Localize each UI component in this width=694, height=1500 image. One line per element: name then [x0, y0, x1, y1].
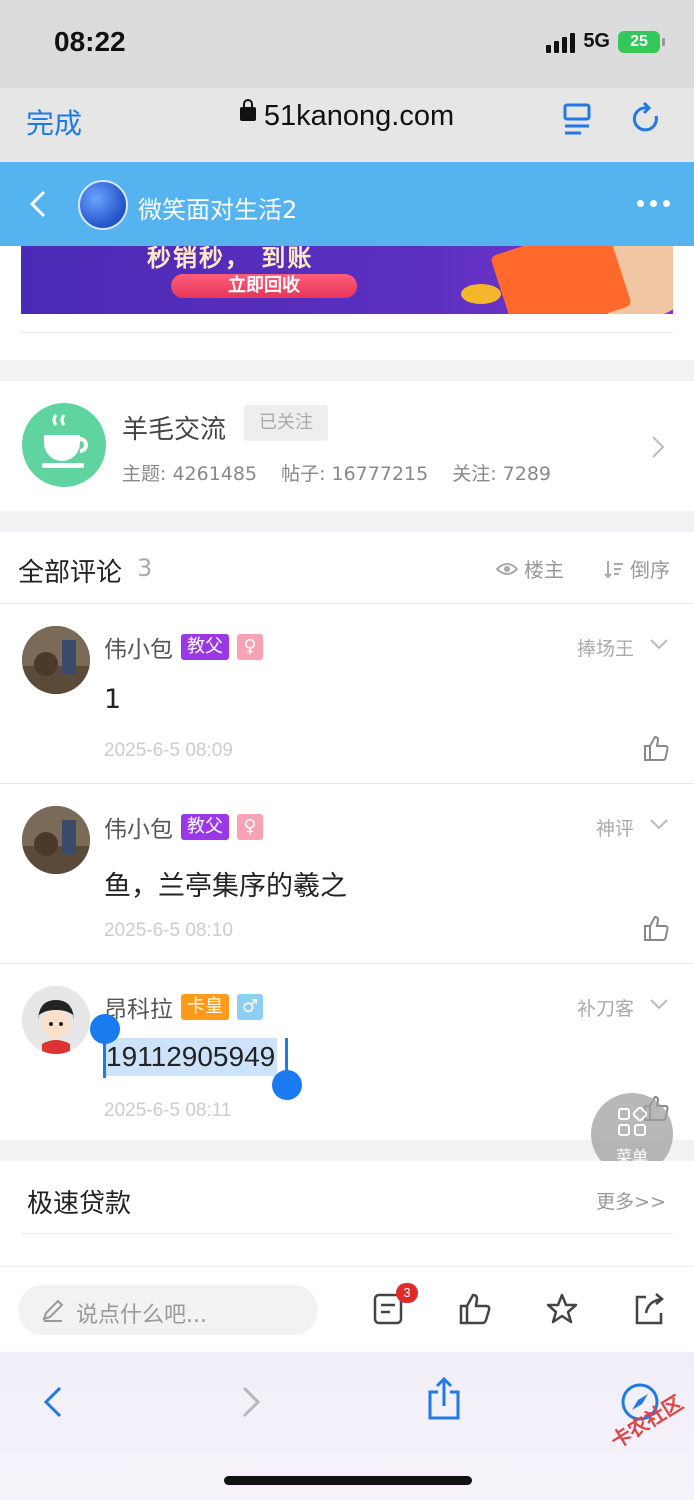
coffee-cup-icon: [22, 403, 106, 487]
sort-icon: [604, 560, 623, 578]
forward-arrow-icon[interactable]: [232, 1382, 268, 1422]
comments-header: 全部评论 3 楼主 倒序: [0, 532, 694, 604]
card-graphic: [490, 246, 632, 314]
section-title: 极速贷款: [27, 1189, 132, 1219]
thread-title: 微笑面对生活2: [138, 196, 298, 224]
chevron-down-icon[interactable]: [650, 638, 668, 650]
thread-header: 微笑面对生活2: [0, 162, 694, 246]
stat-followers: 关注: 7289: [452, 463, 552, 485]
filter-op-label: 楼主: [524, 558, 564, 582]
reply-toolbar: 说点什么吧... 3: [0, 1266, 694, 1352]
comment-text-selected[interactable]: 19112905949: [104, 1038, 278, 1076]
thumbs-up-icon[interactable]: [458, 1291, 492, 1327]
star-icon[interactable]: [545, 1291, 579, 1327]
comment-item: 伟小包 教父 ♀ 神评 鱼，兰亭集序的羲之 2025-6-5 08:10: [0, 784, 694, 964]
chevron-down-icon[interactable]: [650, 818, 668, 830]
avatar[interactable]: [22, 806, 90, 874]
more-link[interactable]: 更多>>: [596, 1187, 666, 1214]
reply-placeholder: 说点什么吧...: [76, 1303, 207, 1328]
chevron-right-icon: [652, 436, 665, 458]
ad-banner[interactable]: 秒销秒， 到账 立即回收: [21, 246, 673, 314]
comment-item: 伟小包 教父 ♀ 捧场王 1 2025-6-5 08:09: [0, 604, 694, 784]
banner-button[interactable]: 立即回收: [171, 274, 357, 298]
comment-time: 2025-6-5 08:11: [104, 1100, 232, 1121]
follow-status-badge[interactable]: 已关注: [244, 405, 328, 441]
more-icon[interactable]: [637, 200, 670, 207]
status-indicators: 5G 25: [546, 30, 665, 53]
pencil-icon: [42, 1299, 64, 1322]
user-title: 补刀客: [576, 998, 634, 1020]
status-time: 08:22: [54, 26, 126, 57]
forum-name: 羊毛交流: [122, 415, 227, 445]
rank-badge: 教父: [181, 634, 229, 660]
selection-start-handle[interactable]: [90, 1014, 120, 1044]
divider: [21, 1233, 673, 1234]
reply-input[interactable]: 说点什么吧...: [18, 1285, 318, 1335]
divider: [21, 332, 673, 333]
forum-stats: 主题: 4261485 帖子: 16777215 关注: 7289: [122, 459, 551, 486]
network-type: 5G: [583, 30, 610, 52]
comment-author[interactable]: 伟小包 教父 ♀: [104, 630, 263, 664]
grid-icon: [618, 1107, 647, 1136]
home-indicator: [224, 1476, 472, 1485]
eye-icon: [496, 562, 518, 575]
stat-posts: 帖子: 16777215: [281, 463, 429, 485]
comment-time: 2025-6-5 08:09: [104, 740, 233, 761]
comment-time: 2025-6-5 08:10: [104, 920, 233, 941]
comment-item: 昂科拉 卡皇 ♂ 补刀客 19112905949 2025-6-5 08:11: [0, 964, 694, 1144]
loan-section: 极速贷款 更多>>: [0, 1161, 694, 1271]
comment-text: 1: [104, 684, 122, 715]
selection-end-handle[interactable]: [272, 1070, 302, 1100]
filter-op-only-button[interactable]: 楼主: [496, 554, 564, 583]
back-icon[interactable]: [26, 188, 50, 220]
sort-label: 倒序: [630, 558, 670, 582]
url-text: 51kanong.com: [263, 100, 455, 132]
avatar[interactable]: [22, 986, 90, 1054]
reader-mode-icon[interactable]: [562, 102, 594, 136]
coin-icon: [461, 284, 501, 304]
signal-icon: [546, 31, 576, 53]
male-icon: ♂: [237, 994, 263, 1020]
banner-area: 秒销秒， 到账 立即回收: [0, 246, 694, 360]
refresh-icon[interactable]: [632, 102, 662, 136]
comments-count: 3: [137, 554, 153, 582]
share-sheet-icon[interactable]: [426, 1376, 462, 1422]
thumbs-up-icon[interactable]: [642, 914, 670, 942]
notification-badge: 3: [396, 1283, 418, 1303]
thumbs-up-icon[interactable]: [642, 734, 670, 762]
rank-badge: 教父: [181, 814, 229, 840]
battery-icon: 25: [618, 30, 665, 53]
banner-text: 秒销秒， 到账: [147, 246, 314, 272]
female-icon: ♀: [237, 814, 263, 840]
author-name: 伟小包: [104, 637, 173, 663]
stat-topics: 主题: 4261485: [122, 463, 258, 485]
user-title: 捧场王: [576, 638, 634, 660]
lock-icon: [239, 99, 256, 122]
share-icon[interactable]: [632, 1291, 666, 1327]
comment-author[interactable]: 昂科拉 卡皇 ♂: [104, 990, 263, 1024]
comment-author[interactable]: 伟小包 教父 ♀: [104, 810, 263, 844]
sort-reverse-button[interactable]: 倒序: [604, 554, 670, 583]
author-name: 伟小包: [104, 817, 173, 843]
browser-toolbar: 完成 51kanong.com: [0, 88, 694, 162]
user-title: 神评: [595, 818, 634, 840]
comment-text: 鱼，兰亭集序的羲之: [104, 871, 347, 902]
chevron-down-icon[interactable]: [650, 998, 668, 1010]
avatar[interactable]: [22, 626, 90, 694]
comments-section: 全部评论 3 楼主 倒序 伟小包 教父 ♀ 捧场王 1 2025-6-5 08:…: [0, 532, 694, 1140]
comments-title: 全部评论: [18, 558, 123, 588]
author-avatar[interactable]: [78, 180, 128, 230]
forum-card[interactable]: 羊毛交流 已关注 主题: 4261485 帖子: 16777215 关注: 72…: [0, 381, 694, 511]
rank-badge: 卡皇: [181, 994, 229, 1020]
status-bar: 08:22 5G 25: [0, 0, 694, 88]
back-arrow-icon[interactable]: [36, 1382, 72, 1422]
browser-bottom-bar: [0, 1352, 694, 1500]
battery-level: 25: [630, 32, 648, 50]
female-icon: ♀: [237, 634, 263, 660]
